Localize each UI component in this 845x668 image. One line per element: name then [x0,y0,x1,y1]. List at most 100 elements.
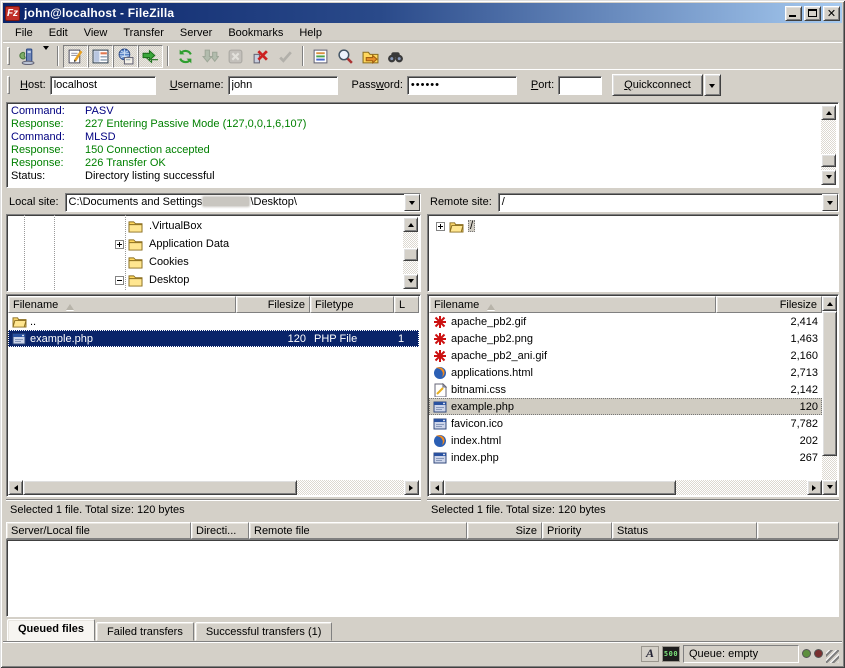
site-manager-button[interactable] [14,45,39,68]
directory-comparison-button[interactable] [383,45,408,68]
scroll-up-button[interactable] [822,296,837,311]
column-header-filesize[interactable]: Filesize [236,296,310,313]
process-queue-button[interactable] [198,45,223,68]
file-row[interactable]: apache_pb2.gif2,414 [429,313,822,330]
column-header-filename[interactable]: Filename [429,296,716,313]
remote-list-vscrollbar[interactable] [822,296,837,495]
tree-item[interactable]: Desktop [9,271,402,289]
remote-site-dropdown-button[interactable] [822,194,838,211]
file-row[interactable]: favicon.ico7,782 [429,415,822,432]
filesize-cell: 1,463 [716,330,822,347]
scroll-thumb[interactable] [23,480,297,495]
scroll-thumb[interactable] [822,311,837,456]
column-header-filetype[interactable]: Filetype [310,296,394,313]
column-header-filesize[interactable]: Filesize [716,296,822,313]
scroll-down-button[interactable] [822,480,837,495]
scroll-up-button[interactable] [821,105,836,120]
app-icon[interactable]: Fz [5,6,20,21]
menu-help[interactable]: Help [291,25,330,41]
cancel-operation-button[interactable] [223,45,248,68]
remote-site-combobox[interactable]: / [498,193,839,212]
scroll-down-button[interactable] [403,274,418,289]
refresh-button[interactable] [173,45,198,68]
queue-column-header[interactable]: Directi... [191,522,249,539]
file-row[interactable]: example.php120 [429,398,822,415]
scroll-thumb[interactable] [821,154,836,167]
toggle-message-log-button[interactable] [63,45,88,68]
scroll-up-button[interactable] [403,217,418,232]
message-log-scrollbar[interactable] [821,105,836,185]
column-header-l[interactable]: L [394,296,419,313]
minimize-button[interactable] [785,6,802,21]
file-row[interactable]: example.php120PHP File1 [8,330,419,347]
scroll-left-button[interactable] [429,480,444,495]
queue-column-header[interactable]: Priority [542,522,612,539]
expand-icon[interactable] [115,240,124,249]
local-site-combobox[interactable]: C:\Documents and Settings\Desktop\ [65,193,421,212]
menu-view[interactable]: View [76,25,116,41]
file-row[interactable]: apache_pb2_ani.gif2,160 [429,347,822,364]
disconnect-button[interactable] [248,45,273,68]
scroll-thumb[interactable] [444,480,676,495]
queue-column-header[interactable]: Status [612,522,757,539]
file-row[interactable]: index.html202 [429,432,822,449]
tab-successful-transfers-[interactable]: Successful transfers (1) [195,622,333,641]
port-input[interactable] [558,76,602,95]
close-button[interactable]: ✕ [823,6,840,21]
local-tree-scrollbar[interactable] [403,217,418,289]
scroll-track[interactable] [444,480,807,495]
remote-list-hscrollbar[interactable] [429,480,822,495]
queue-column-header[interactable]: Server/Local file [6,522,191,539]
maximize-button[interactable] [804,6,821,21]
password-input[interactable] [407,76,517,95]
menu-server[interactable]: Server [172,25,220,41]
quickconnect-dropdown-button[interactable] [704,74,721,96]
file-row[interactable]: index.php267 [429,449,822,466]
tree-item[interactable]: Cookies [9,253,402,271]
site-manager-dropdown-button[interactable] [39,45,53,68]
queue-column-header[interactable]: Remote file [249,522,467,539]
queue-column-header[interactable]: Size [467,522,542,539]
column-header-filename[interactable]: Filename [8,296,236,313]
tab-failed-transfers[interactable]: Failed transfers [96,622,194,641]
menu-transfer[interactable]: Transfer [115,25,172,41]
speed-limit-icon: 500 [662,646,680,662]
directory-listing-filters-button[interactable] [308,45,333,68]
scroll-track[interactable] [821,120,836,170]
quickconnect-grip[interactable] [7,76,10,94]
tree-item[interactable]: / [430,217,836,235]
tree-item[interactable]: Application Data [9,235,402,253]
synchronized-browsing-button[interactable] [358,45,383,68]
toggle-local-tree-button[interactable] [88,45,113,68]
scroll-track[interactable] [403,232,418,274]
reconnect-button[interactable] [273,45,298,68]
scroll-right-button[interactable] [807,480,822,495]
file-row[interactable]: apache_pb2.png1,463 [429,330,822,347]
scroll-left-button[interactable] [8,480,23,495]
local-site-dropdown-button[interactable] [404,194,420,211]
scroll-right-button[interactable] [404,480,419,495]
local-list-hscrollbar[interactable] [8,480,419,495]
file-row[interactable]: .. [8,313,419,330]
scroll-thumb[interactable] [403,248,418,261]
scroll-down-button[interactable] [821,170,836,185]
collapse-icon[interactable] [115,276,124,285]
resize-grip[interactable] [826,650,839,663]
expand-icon[interactable] [436,222,445,231]
file-search-button[interactable] [333,45,358,68]
file-row[interactable]: bitnami.css2,142 [429,381,822,398]
quickconnect-button[interactable]: Quickconnect [612,74,703,96]
scroll-track[interactable] [23,480,404,495]
file-row[interactable]: applications.html2,713 [429,364,822,381]
tree-item[interactable]: .VirtualBox [9,217,402,235]
toggle-remote-tree-button[interactable] [113,45,138,68]
toolbar-grip[interactable] [7,47,10,65]
tab-queued-files[interactable]: Queued files [7,619,95,641]
toggle-transfer-queue-button[interactable] [138,45,163,68]
scroll-track[interactable] [822,311,837,480]
menu-bookmarks[interactable]: Bookmarks [220,25,291,41]
host-input[interactable] [50,76,156,95]
username-input[interactable] [228,76,338,95]
menu-edit[interactable]: Edit [41,25,76,41]
menu-file[interactable]: File [7,25,41,41]
